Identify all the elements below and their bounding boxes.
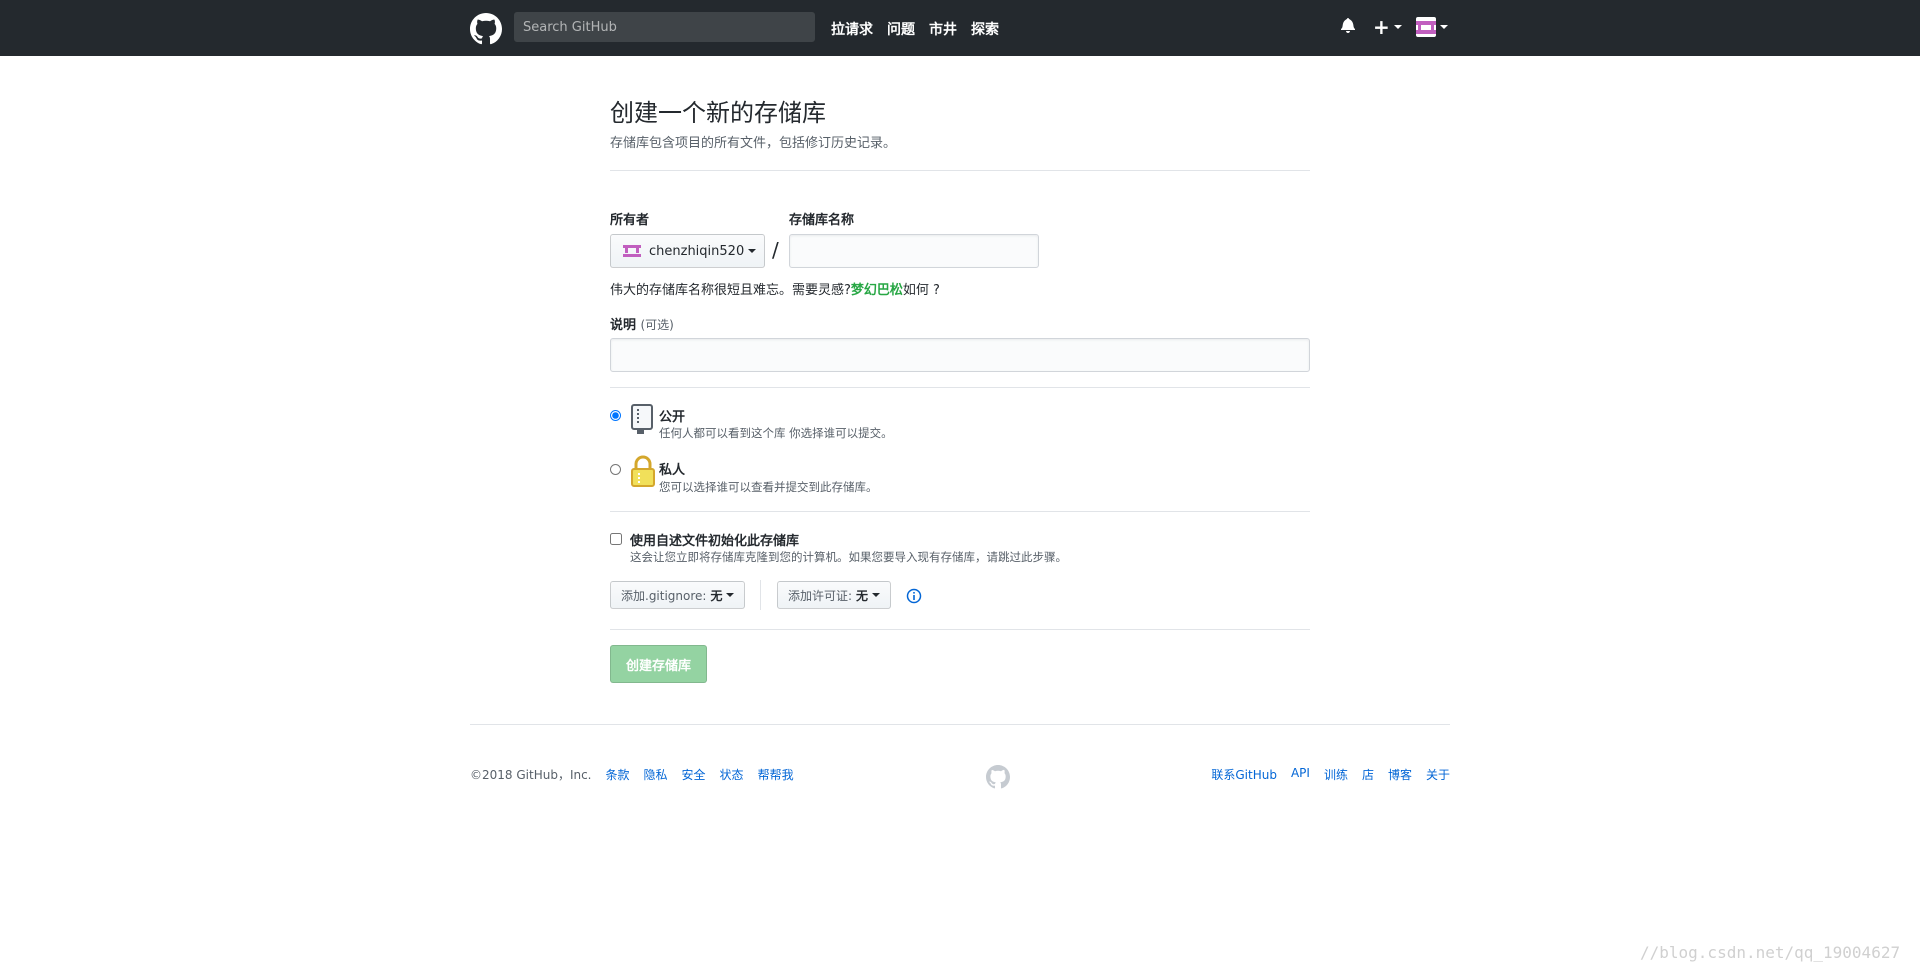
divider xyxy=(610,170,1310,171)
license-select[interactable]: 添加许可证: 无 xyxy=(777,581,892,609)
hint-text: 伟大的存储库名称很短且难忘。需要灵感? xyxy=(610,283,851,298)
create-repository-button[interactable]: 创建存储库 xyxy=(610,645,707,683)
owner-repo-separator: / xyxy=(772,238,779,262)
footer-link-about[interactable]: 关于 xyxy=(1426,766,1450,783)
repo-name-label: 存储库名称 xyxy=(789,213,855,228)
github-logo-icon[interactable] xyxy=(470,13,502,45)
footer-link-terms[interactable]: 条款 xyxy=(606,766,630,783)
public-label: 公开 xyxy=(659,410,686,425)
watermark: //blog.csdn.net/qq_19004627 xyxy=(1640,943,1901,962)
footer-link-shop[interactable]: 店 xyxy=(1362,766,1374,783)
nav-issues[interactable]: 问题 xyxy=(887,19,915,39)
footer-divider xyxy=(470,724,1450,725)
footer-link-blog[interactable]: 博客 xyxy=(1388,766,1412,783)
chevron-down-icon xyxy=(726,593,735,597)
private-note: 您可以选择谁可以查看并提交到此存储库。 xyxy=(659,480,878,494)
chevron-down-icon xyxy=(748,249,757,253)
description-label: 说明 xyxy=(610,318,637,333)
footer-link-privacy[interactable]: 隐私 xyxy=(644,766,668,783)
footer-left: ©2018 GitHub，Inc. 条款 隐私 安全 状态 帮帮我 xyxy=(470,766,794,783)
description-label-row: 说明 (可选) xyxy=(610,314,674,333)
gitignore-select[interactable]: 添加.gitignore: 无 xyxy=(610,581,746,609)
divider xyxy=(610,629,1310,630)
bell-icon xyxy=(1341,18,1355,33)
footer-link-help[interactable]: 帮帮我 xyxy=(758,766,794,783)
license-label: 添加许可证: xyxy=(788,588,853,603)
public-radio[interactable] xyxy=(610,410,621,421)
description-optional: (可选) xyxy=(640,318,674,332)
new-repo-form: 创建一个新的存储库 存储库包含项目的所有文件，包括修订历史记录。 所有者 存储库… xyxy=(610,96,1310,683)
lock-icon xyxy=(631,455,655,487)
divider xyxy=(610,387,1310,388)
footer-link-contact[interactable]: 联系GitHub xyxy=(1211,766,1277,783)
avatar xyxy=(1416,17,1436,37)
owner-label: 所有者 xyxy=(610,213,650,228)
divider xyxy=(760,580,761,610)
chevron-down-icon xyxy=(872,593,881,597)
top-header: 拉请求 问题 市井 探索 + xyxy=(0,0,1920,56)
info-icon[interactable] xyxy=(906,588,922,604)
gitignore-value: 无 xyxy=(710,588,723,603)
search-input[interactable] xyxy=(514,12,815,42)
private-label: 私人 xyxy=(659,463,686,478)
footer-link-status[interactable]: 状态 xyxy=(720,766,744,783)
footer-link-security[interactable]: 安全 xyxy=(682,766,706,783)
private-radio[interactable] xyxy=(610,464,621,475)
page-subtitle: 存储库包含项目的所有文件，包括修订历史记录。 xyxy=(610,136,897,151)
repo-book-icon xyxy=(631,404,653,434)
owner-select[interactable]: chenzhiqin520 xyxy=(610,234,765,268)
repo-name-hint: 伟大的存储库名称很短且难忘。需要灵感?梦幻巴松如何 ? xyxy=(610,279,940,298)
nav-pull-requests[interactable]: 拉请求 xyxy=(831,19,873,39)
divider xyxy=(610,511,1310,512)
init-readme-label: 使用自述文件初始化此存储库 xyxy=(630,534,800,549)
repo-name-input[interactable] xyxy=(789,234,1039,268)
header-nav: 拉请求 问题 市井 探索 xyxy=(831,19,999,39)
plus-icon: + xyxy=(1373,15,1390,39)
chevron-down-icon xyxy=(1440,25,1448,29)
chevron-down-icon xyxy=(1393,25,1402,29)
license-value: 无 xyxy=(856,588,869,603)
github-logo-icon[interactable] xyxy=(986,765,1010,789)
init-readme-note: 这会让您立即将存储库克隆到您的计算机。如果您要导入现有存储库，请跳过此步骤。 xyxy=(630,550,1067,564)
user-menu-dropdown[interactable] xyxy=(1416,17,1448,37)
init-readme-checkbox[interactable] xyxy=(610,533,622,545)
nav-marketplace[interactable]: 市井 xyxy=(929,19,957,39)
footer-link-api[interactable]: API xyxy=(1291,766,1310,783)
nav-explore[interactable]: 探索 xyxy=(971,19,999,39)
avatar xyxy=(623,242,641,260)
public-note: 任何人都可以看到这个库 你选择谁可以提交。 xyxy=(659,426,893,440)
notifications-button[interactable] xyxy=(1341,17,1355,33)
suggested-name-link[interactable]: 梦幻巴松 xyxy=(851,283,903,298)
owner-value: chenzhiqin520 xyxy=(649,243,745,259)
copyright: ©2018 GitHub，Inc. xyxy=(470,768,592,782)
create-new-dropdown[interactable]: + xyxy=(1373,17,1402,37)
page-title: 创建一个新的存储库 xyxy=(610,99,826,127)
gitignore-label: 添加.gitignore: xyxy=(621,588,707,603)
footer-right: 联系GitHub API 训练 店 博客 关于 xyxy=(1211,766,1450,783)
footer-link-training[interactable]: 训练 xyxy=(1324,766,1348,783)
description-input[interactable] xyxy=(610,338,1310,372)
hint-suffix: 如何 ? xyxy=(902,283,940,298)
